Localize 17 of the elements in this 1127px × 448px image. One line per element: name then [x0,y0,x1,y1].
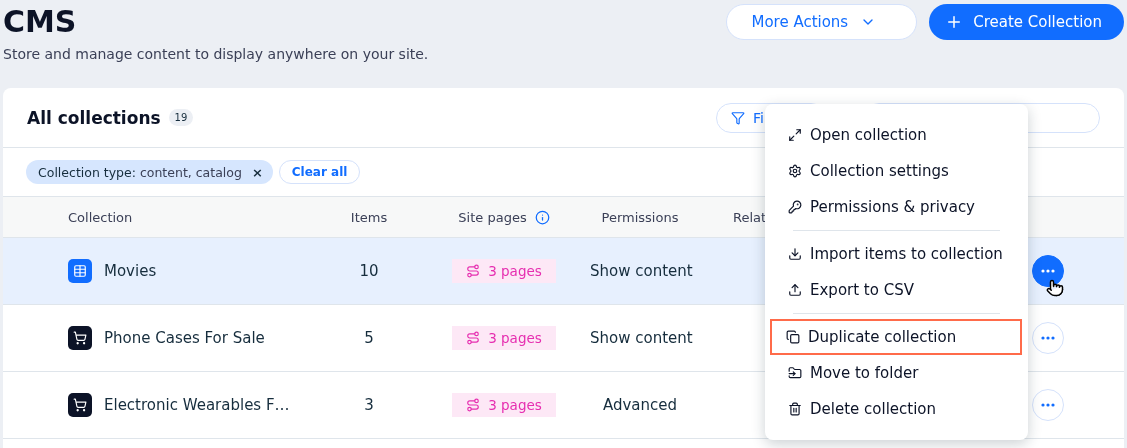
permissions-value: Advanced [601,396,679,414]
page-title: CMS [3,4,78,40]
column-header: Items [349,209,389,225]
collection-name: Movies [104,262,157,280]
collection-name: Phone Cases For Sale [104,329,265,347]
column-header: Relat [732,209,768,225]
count-badge: 19 [168,109,194,126]
card-title: All collections [27,107,161,128]
collection-name: Electronic Wearables F… [104,396,290,414]
column-header: Site pages [458,209,527,225]
items-count: 3 [363,396,375,414]
column-header: Permissions [600,209,680,225]
items-count: 5 [363,329,375,347]
page-subtitle: Store and manage content to display anywhere on your site. [3,46,429,62]
chip-label: Collection type: content, catalog [38,164,242,180]
items-count: 10 [358,262,380,280]
column-header: Collection [68,209,134,225]
